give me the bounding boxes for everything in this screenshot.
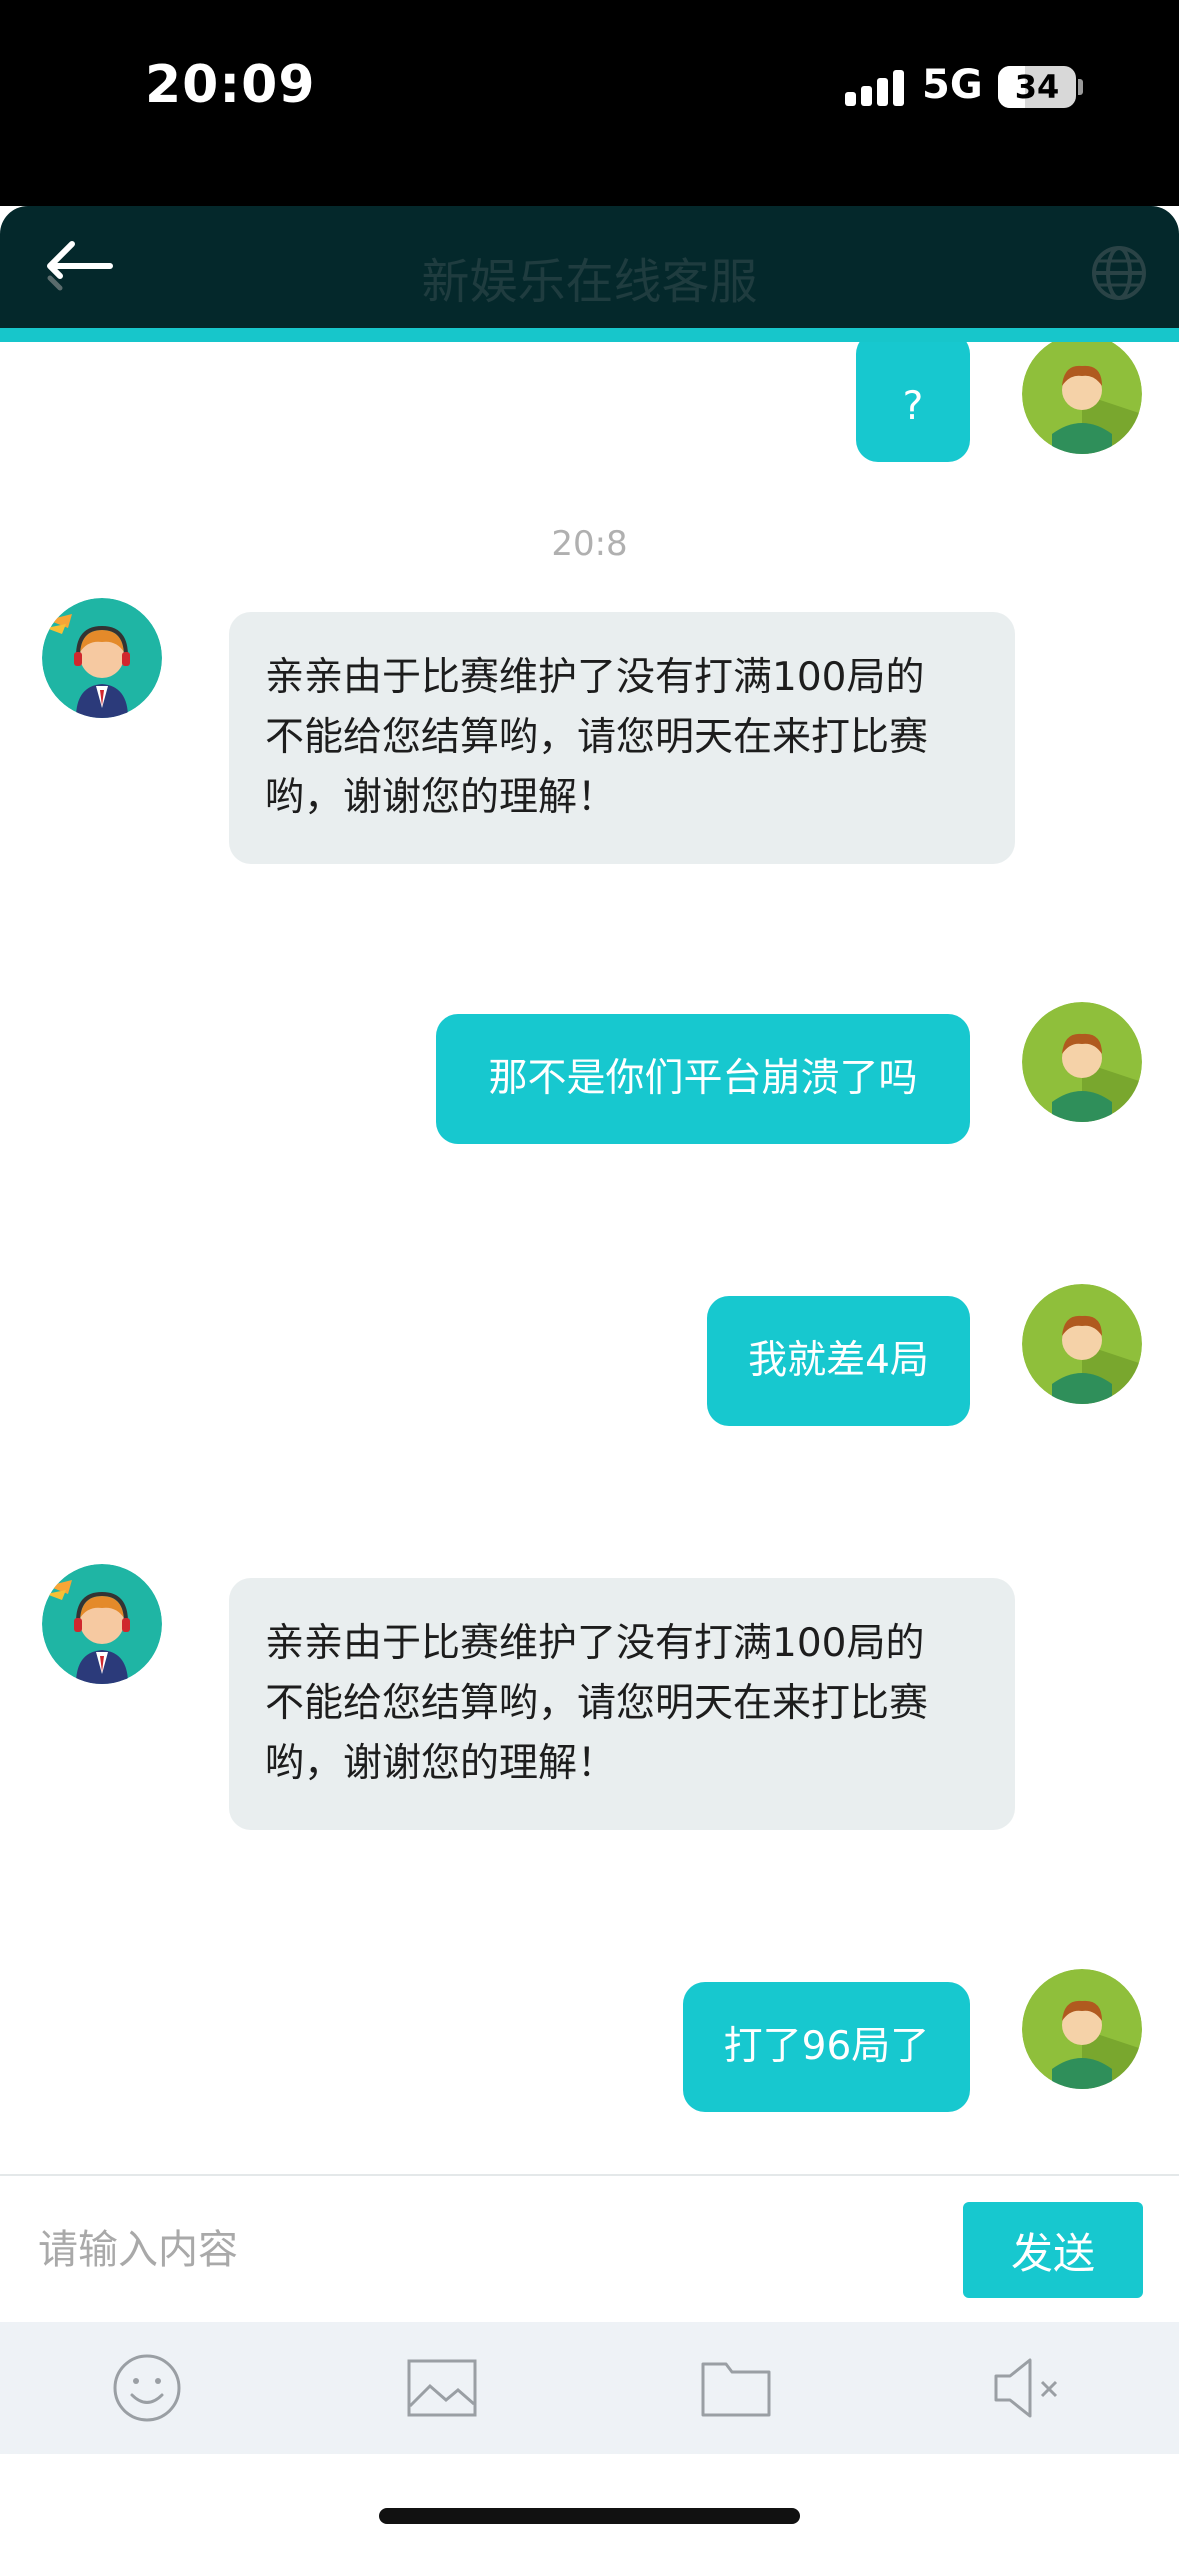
message-line: 哟，谢谢您的理解！ — [265, 1741, 617, 1786]
globe-icon — [1092, 246, 1146, 300]
status-time: 20:09 — [145, 55, 316, 115]
user-avatar[interactable] — [1022, 1002, 1142, 1122]
globe-button[interactable] — [1090, 244, 1148, 302]
message-timestamp: 20:8 — [551, 524, 628, 564]
battery-percent: 34 — [1014, 68, 1060, 106]
smiley-icon — [113, 2354, 181, 2422]
sound-toggle-button[interactable] — [990, 2318, 1070, 2458]
speaker-muted-icon — [994, 2358, 1058, 2418]
page-title: 新娱乐在线客服 — [421, 254, 758, 310]
user-message[interactable]: 我就差4局 — [707, 1296, 970, 1426]
file-button[interactable] — [696, 2318, 776, 2458]
home-indicator[interactable] — [379, 2508, 800, 2524]
signal-icon — [845, 66, 905, 106]
user-message[interactable]: 打了96局了 — [683, 1982, 970, 2112]
user-avatar[interactable] — [1022, 1284, 1142, 1404]
battery-icon: 34 — [998, 66, 1076, 108]
agent-message[interactable]: 亲亲由于比赛维护了没有打满100局的 不能给您结算哟，请您明天在来打比赛 哟，谢… — [229, 1578, 1015, 1830]
image-button[interactable] — [402, 2318, 482, 2458]
chat-screen: 20:09 5G 34 新娱乐在线客服 ? 20:8 亲亲由于比赛维护了没有打满… — [0, 0, 1179, 2556]
send-button[interactable]: 发送 — [963, 2202, 1143, 2298]
agent-avatar[interactable] — [42, 598, 162, 718]
message-list[interactable]: ? 20:8 亲亲由于比赛维护了没有打满100局的 不能给您结算哟，请您明天在来… — [0, 342, 1179, 2174]
message-line: 不能给您结算哟，请您明天在来打比赛 — [265, 1681, 929, 1726]
agent-message[interactable]: 亲亲由于比赛维护了没有打满100局的 不能给您结算哟，请您明天在来打比赛 哟，谢… — [229, 612, 1015, 864]
emoji-button[interactable] — [107, 2318, 187, 2458]
battery-tip — [1078, 79, 1083, 95]
message-input[interactable] — [38, 2202, 938, 2298]
network-type: 5G — [922, 62, 983, 108]
user-avatar[interactable] — [1022, 342, 1142, 454]
header-accent-line — [0, 328, 1179, 342]
status-bar: 20:09 5G 34 — [0, 0, 1179, 206]
agent-avatar[interactable] — [42, 1564, 162, 1684]
user-message[interactable]: 那不是你们平台崩溃了吗 — [436, 1014, 970, 1144]
image-icon — [407, 2359, 477, 2417]
message-line: 亲亲由于比赛维护了没有打满100局的 — [265, 1621, 925, 1666]
message-line: 亲亲由于比赛维护了没有打满100局的 — [265, 655, 925, 700]
user-avatar[interactable] — [1022, 1969, 1142, 2089]
folder-icon — [701, 2362, 771, 2417]
message-line: 哟，谢谢您的理解！ — [265, 775, 617, 820]
user-message[interactable]: ? — [856, 342, 970, 462]
message-line: 不能给您结算哟，请您明天在来打比赛 — [265, 715, 929, 760]
